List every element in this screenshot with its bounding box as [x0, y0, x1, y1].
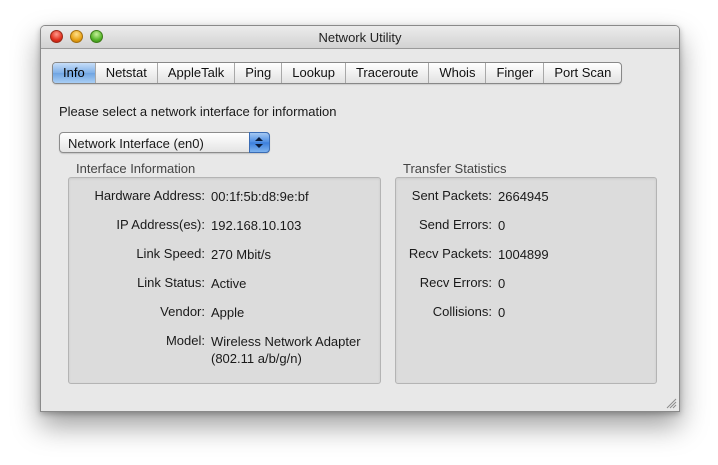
recv-packets-row: Recv Packets:: [396, 246, 492, 263]
tab-bar: Info Netstat AppleTalk Ping Lookup Trace…: [52, 62, 623, 84]
vendor-row: Vendor:: [69, 304, 205, 321]
sent-packets-value: 2664945: [498, 189, 549, 204]
tab-ping[interactable]: Ping: [235, 63, 283, 83]
tab-info[interactable]: Info: [53, 63, 96, 83]
arrow-up-icon: [255, 137, 263, 141]
model-value-line2: (802.11 a/b/g/n): [211, 351, 302, 366]
link-speed-label: Link Speed:: [136, 246, 205, 261]
network-interface-select-value: Network Interface (en0): [68, 136, 204, 151]
tab-whois[interactable]: Whois: [429, 63, 487, 83]
ip-address-value: 192.168.10.103: [211, 218, 302, 233]
title-bar[interactable]: Network Utility: [41, 26, 679, 49]
link-speed-value: 270 Mbit/s: [211, 247, 271, 262]
vendor-value: Apple: [211, 305, 245, 320]
transfer-statistics-box: Sent Packets: 2664945 Send Errors: 0 Rec…: [395, 177, 657, 384]
hardware-address-value: 00:1f:5b:d8:9e:bf: [211, 189, 309, 204]
ip-address-row: IP Address(es):: [69, 217, 205, 234]
link-speed-row: Link Speed:: [69, 246, 205, 263]
hardware-address-label: Hardware Address:: [94, 188, 205, 203]
link-status-label: Link Status:: [137, 275, 205, 290]
send-errors-value: 0: [498, 218, 506, 233]
collisions-label: Collisions:: [432, 304, 492, 319]
resize-grip-icon[interactable]: [666, 398, 677, 409]
collisions-value: 0: [498, 305, 506, 320]
sent-packets-row: Sent Packets:: [396, 188, 492, 205]
send-errors-label: Send Errors:: [419, 217, 492, 232]
recv-errors-label: Recv Errors:: [419, 275, 492, 290]
recv-errors-value: 0: [498, 276, 506, 291]
tab-traceroute[interactable]: Traceroute: [346, 63, 430, 83]
vendor-label: Vendor:: [160, 304, 205, 319]
ip-address-label: IP Address(es):: [116, 217, 205, 232]
send-errors-row: Send Errors:: [396, 217, 492, 234]
popup-arrows-icon: [249, 132, 270, 153]
link-status-value: Active: [211, 276, 247, 291]
collisions-row: Collisions:: [396, 304, 492, 321]
network-interface-select[interactable]: Network Interface (en0): [59, 132, 270, 153]
interface-prompt: Please select a network interface for in…: [59, 104, 337, 119]
network-utility-window: Network Utility Info Netstat AppleTalk P…: [40, 25, 680, 412]
hardware-address-row: Hardware Address:: [69, 188, 205, 205]
recv-packets-value: 1004899: [498, 247, 549, 262]
tab-lookup[interactable]: Lookup: [282, 63, 346, 83]
interface-information-box: Hardware Address: 00:1f:5b:d8:9e:bf IP A…: [68, 177, 381, 384]
model-row: Model:: [69, 333, 205, 350]
model-value: Wireless Network Adapter: [211, 334, 361, 349]
recv-errors-row: Recv Errors:: [396, 275, 492, 292]
sent-packets-label: Sent Packets:: [411, 188, 492, 203]
tab-port-scan[interactable]: Port Scan: [544, 63, 621, 83]
link-status-row: Link Status:: [69, 275, 205, 292]
tab-appletalk[interactable]: AppleTalk: [158, 63, 236, 83]
tab-netstat[interactable]: Netstat: [96, 63, 158, 83]
model-label: Model:: [165, 333, 205, 348]
arrow-down-icon: [255, 144, 263, 148]
transfer-statistics-title: Transfer Statistics: [403, 161, 507, 176]
tab-finger[interactable]: Finger: [486, 63, 545, 83]
window-title: Network Utility: [318, 30, 402, 45]
interface-information-title: Interface Information: [76, 161, 196, 176]
recv-packets-label: Recv Packets:: [408, 246, 492, 261]
